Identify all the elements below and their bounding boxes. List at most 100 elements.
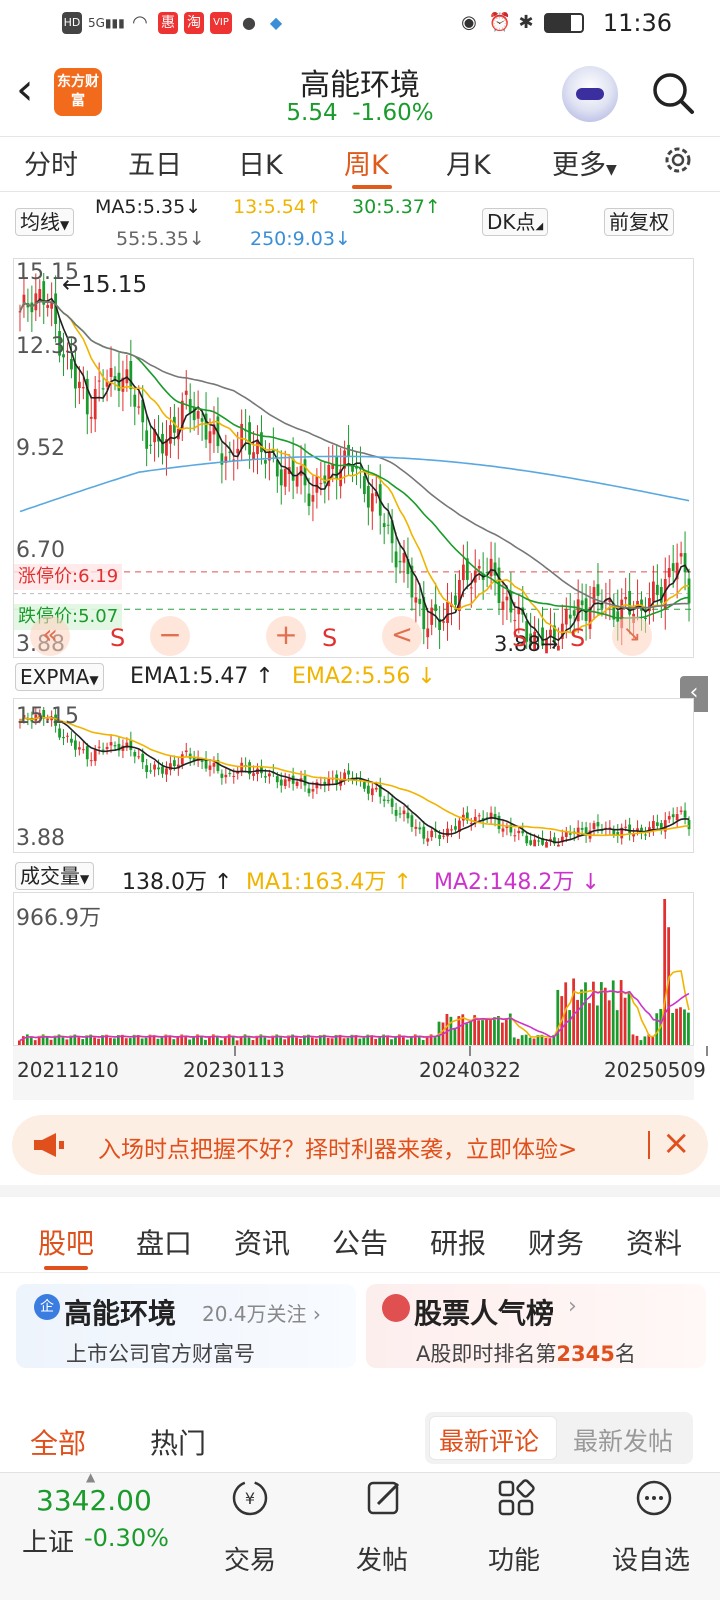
kline-chart[interactable] bbox=[13, 258, 694, 658]
section-tab-guba[interactable]: 股吧 bbox=[38, 1222, 94, 1262]
edit-post-icon[interactable] bbox=[364, 1478, 404, 1518]
tab-weekly-k[interactable]: 周K bbox=[344, 143, 389, 182]
nav-trade[interactable]: 交易 bbox=[224, 1540, 276, 1577]
volume-bar bbox=[81, 1039, 85, 1045]
more-circle-icon[interactable] bbox=[634, 1478, 674, 1518]
candle-body bbox=[529, 840, 533, 845]
candle-body bbox=[101, 388, 105, 390]
candle-body bbox=[414, 597, 418, 603]
adjustment-button[interactable]: 前复权 bbox=[604, 208, 674, 236]
tab-monthly-k[interactable]: 月K bbox=[446, 143, 491, 182]
volume-bar bbox=[263, 1036, 267, 1045]
promo-text[interactable]: 入场时点把握不好？择时利器来袭，立即体验> bbox=[98, 1130, 638, 1164]
promo-banner[interactable]: 入场时点把握不好？择时利器来袭，立即体验> × bbox=[12, 1115, 708, 1175]
volume-bar bbox=[61, 1036, 65, 1045]
wechat-icon: ● bbox=[242, 13, 256, 32]
popularity-rank-card[interactable]: 股票人气榜 › A股即时排名第2345名 bbox=[366, 1284, 706, 1368]
dk-point-button[interactable]: DK点◢ bbox=[482, 208, 549, 236]
volume-bar bbox=[595, 1005, 599, 1045]
tab-daily-k[interactable]: 日K bbox=[238, 143, 283, 182]
volume-selector[interactable]: 成交量▼ bbox=[15, 862, 95, 890]
candle-body bbox=[675, 814, 679, 821]
max-price-note: ←15.15 bbox=[62, 272, 148, 298]
tab-five-day[interactable]: 五日 bbox=[128, 143, 182, 182]
section-tab-finance[interactable]: 财务 bbox=[528, 1222, 584, 1262]
step-right-button[interactable]: ↘ bbox=[612, 616, 652, 656]
trade-icon[interactable]: ¥ bbox=[230, 1478, 270, 1518]
candle-body bbox=[679, 553, 683, 557]
index-name: 上证 bbox=[22, 1528, 75, 1558]
sort-switch: 最新评论 最新发帖 bbox=[425, 1412, 693, 1464]
ma-selector[interactable]: 均线▼ bbox=[15, 208, 75, 236]
volume-bar bbox=[603, 987, 607, 1045]
close-icon[interactable]: × bbox=[662, 1123, 691, 1163]
volume-bar bbox=[675, 1008, 678, 1045]
ma55-value: 55:5.35↓ bbox=[116, 228, 205, 250]
section-tab-announcements[interactable]: 公告 bbox=[332, 1222, 388, 1262]
tab-intraday[interactable]: 分时 bbox=[24, 143, 78, 182]
candle-body bbox=[430, 830, 434, 838]
feed-tab-hot[interactable]: 热门 bbox=[150, 1422, 206, 1462]
candle-body bbox=[374, 787, 378, 790]
volume-bar bbox=[643, 1036, 647, 1045]
ema1-value: EMA1:5.47 ↑ bbox=[130, 664, 274, 689]
candle-body bbox=[505, 596, 509, 601]
zoom-in-button[interactable]: + bbox=[266, 616, 306, 656]
zoom-out-button[interactable]: − bbox=[150, 616, 190, 656]
bluetooth-icon: ✱ bbox=[518, 12, 534, 33]
candle-body bbox=[398, 813, 402, 815]
tab-more[interactable]: 更多▼ bbox=[552, 143, 617, 182]
volume-bar bbox=[405, 1039, 409, 1045]
candle-body bbox=[461, 564, 465, 581]
grid-icon[interactable] bbox=[496, 1478, 536, 1518]
candle-body bbox=[442, 835, 445, 837]
section-tab-pankou[interactable]: 盘口 bbox=[136, 1222, 192, 1262]
volume-bar bbox=[619, 980, 623, 1045]
volume-bar bbox=[580, 989, 583, 1045]
date-tick bbox=[469, 1046, 471, 1056]
section-tab-profile[interactable]: 资料 bbox=[626, 1222, 682, 1262]
sort-latest-comment[interactable]: 最新评论 bbox=[439, 1422, 539, 1458]
candle-body bbox=[295, 781, 299, 786]
section-separator bbox=[0, 1185, 720, 1197]
candle-body bbox=[145, 430, 149, 449]
status-bar: HD 5G▮▮▮ ◠ 惠 淘 VIP ● ◆ ◉ ⏰ ✱ 11:36 bbox=[0, 0, 720, 46]
step-left-button[interactable]: < bbox=[382, 616, 422, 656]
candle-body bbox=[469, 587, 473, 589]
volume-bar bbox=[639, 1040, 643, 1045]
candle-body bbox=[267, 452, 271, 461]
gear-icon[interactable] bbox=[660, 142, 696, 178]
index-widget[interactable]: ▲ 3342.00 上证 -0.30% bbox=[20, 1470, 200, 1580]
volume-bar bbox=[25, 1034, 29, 1045]
candle-body bbox=[252, 773, 255, 776]
volume-bar bbox=[283, 1039, 287, 1045]
candle-body bbox=[533, 839, 537, 847]
feed-tab-all[interactable]: 全部 bbox=[30, 1422, 86, 1462]
sort-latest-post[interactable]: 最新发帖 bbox=[573, 1422, 673, 1458]
popularity-card-title: 股票人气榜 bbox=[414, 1297, 555, 1330]
nav-functions[interactable]: 功能 bbox=[488, 1540, 540, 1577]
scroll-left-button[interactable]: « bbox=[30, 616, 70, 656]
nav-post[interactable]: 发帖 bbox=[356, 1540, 408, 1577]
volume-chart[interactable] bbox=[13, 892, 694, 1046]
candle-body bbox=[434, 604, 438, 612]
volume-bar bbox=[172, 1039, 176, 1045]
section-tab-research[interactable]: 研报 bbox=[430, 1222, 486, 1262]
candle-body bbox=[145, 765, 149, 772]
candle-body bbox=[366, 485, 370, 508]
expma-selector[interactable]: EXPMA▼ bbox=[15, 663, 104, 691]
candle-body bbox=[319, 483, 323, 485]
candle-body bbox=[109, 367, 113, 377]
candle-body bbox=[311, 789, 315, 792]
volume-bar bbox=[97, 1038, 100, 1045]
volume-bar bbox=[512, 1037, 516, 1045]
nav-add-watchlist[interactable]: 设自选 bbox=[612, 1540, 690, 1577]
company-account-card[interactable]: 企 高能环境 20.4万关注 › 上市公司官方财富号 bbox=[16, 1284, 356, 1368]
search-icon[interactable] bbox=[650, 70, 696, 116]
volume-bar bbox=[532, 1038, 536, 1045]
expma-chart[interactable] bbox=[13, 698, 694, 853]
assistant-robot-icon[interactable] bbox=[562, 66, 618, 122]
section-tab-news[interactable]: 资讯 bbox=[234, 1222, 290, 1262]
candle-body bbox=[77, 381, 81, 389]
svg-text:¥: ¥ bbox=[245, 1489, 255, 1508]
